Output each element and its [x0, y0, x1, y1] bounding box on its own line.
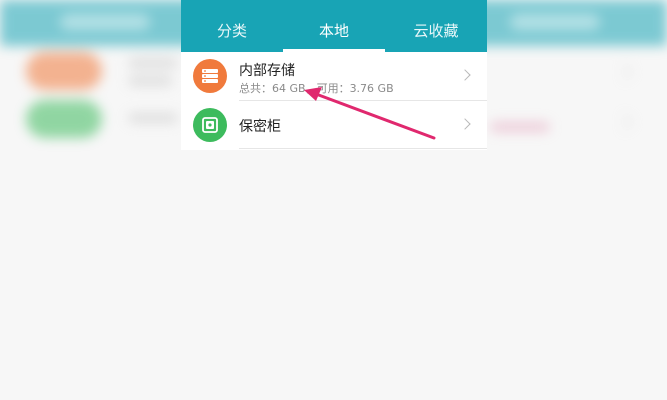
- divider: [239, 148, 487, 149]
- item-title: 保密柜: [239, 119, 281, 135]
- bg-chevron: [615, 63, 633, 81]
- file-manager-panel: 分类 本地 云收藏 内部存储 总共：64 GB，可用：3.76 GB 保密柜: [181, 0, 487, 150]
- bg-text-line: [128, 113, 178, 123]
- tab-cloud-favorites[interactable]: 云收藏: [385, 0, 487, 52]
- internal-storage-item[interactable]: 内部存储 总共：64 GB，可用：3.76 GB: [181, 52, 487, 100]
- item-title: 内部存储: [239, 63, 295, 79]
- chevron-right-icon: [459, 118, 471, 130]
- bg-text-line: [128, 58, 178, 68]
- bg-text-line: [128, 76, 173, 86]
- tab-category[interactable]: 分类: [181, 0, 283, 52]
- bg-storage-blob: [26, 52, 102, 90]
- bg-tab: [60, 14, 150, 30]
- storage-capacity-text: 总共：64 GB，可用：3.76 GB: [239, 82, 394, 95]
- safe-icon: [193, 108, 227, 142]
- bg-safe-blob: [26, 100, 102, 138]
- chevron-right-icon: [459, 69, 471, 81]
- bg-chevron: [615, 113, 633, 131]
- tab-bar: 分类 本地 云收藏: [181, 0, 487, 52]
- storage-icon: [193, 59, 227, 93]
- tab-local[interactable]: 本地: [283, 0, 385, 52]
- safe-item[interactable]: 保密柜: [181, 101, 487, 149]
- bg-tab: [510, 14, 600, 30]
- bg-arrow-trace: [490, 122, 550, 132]
